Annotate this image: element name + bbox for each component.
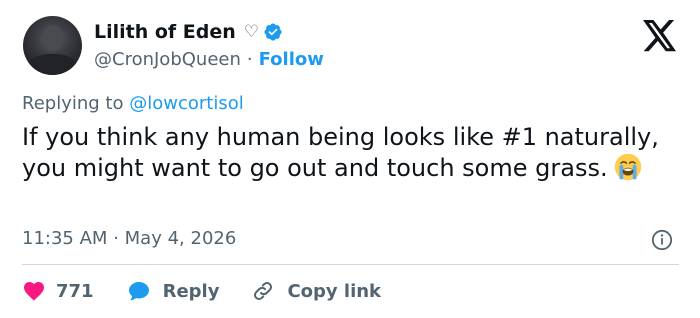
tweet-time: 11:35 AM	[22, 228, 108, 249]
copy-link-label: Copy link	[287, 280, 382, 302]
divider	[22, 264, 679, 265]
reply-label: Reply	[162, 280, 220, 302]
follow-button[interactable]: Follow	[259, 49, 324, 70]
reply-button[interactable]: Reply	[127, 279, 220, 303]
author-name[interactable]: Lilith of Eden	[94, 21, 236, 43]
tweet-date: May 4, 2026	[124, 228, 237, 249]
verified-badge-icon	[264, 23, 282, 41]
tweet-body: If you think any human being looks like …	[22, 122, 662, 184]
handle-separator: ·	[246, 48, 253, 70]
timestamp-separator: ·	[113, 228, 119, 249]
tweet-actions: 771 Reply Copy link	[22, 277, 381, 305]
replying-to-handle-link[interactable]: @lowcortisol	[129, 93, 244, 114]
speech-bubble-icon	[128, 282, 149, 301]
copy-link-button[interactable]: Copy link	[251, 279, 381, 303]
avatar-shoulders-shape	[27, 54, 78, 75]
author-name-suffix: ♡	[243, 22, 260, 42]
author-handle-row: @CronJobQueen · Follow	[94, 47, 324, 71]
link-icon	[254, 282, 273, 300]
like-button[interactable]: 771	[22, 279, 94, 303]
info-icon[interactable]	[651, 229, 673, 251]
tweet-text: If you think any human being looks like …	[22, 123, 659, 182]
like-count: 771	[56, 280, 94, 302]
avatar[interactable]	[23, 16, 82, 75]
author-handle[interactable]: @CronJobQueen	[94, 49, 241, 70]
author-name-row: Lilith of Eden ♡	[94, 20, 283, 44]
loudly-crying-face-emoji-icon	[614, 153, 641, 181]
replying-to-label: Replying to	[22, 93, 124, 114]
avatar-head-shape	[43, 25, 63, 51]
x-logo-icon[interactable]	[642, 20, 678, 52]
tweet-timestamp[interactable]: 11:35 AM · May 4, 2026	[22, 228, 236, 249]
replying-to-line: Replying to @lowcortisol	[22, 93, 244, 114]
heart-icon	[24, 282, 44, 301]
